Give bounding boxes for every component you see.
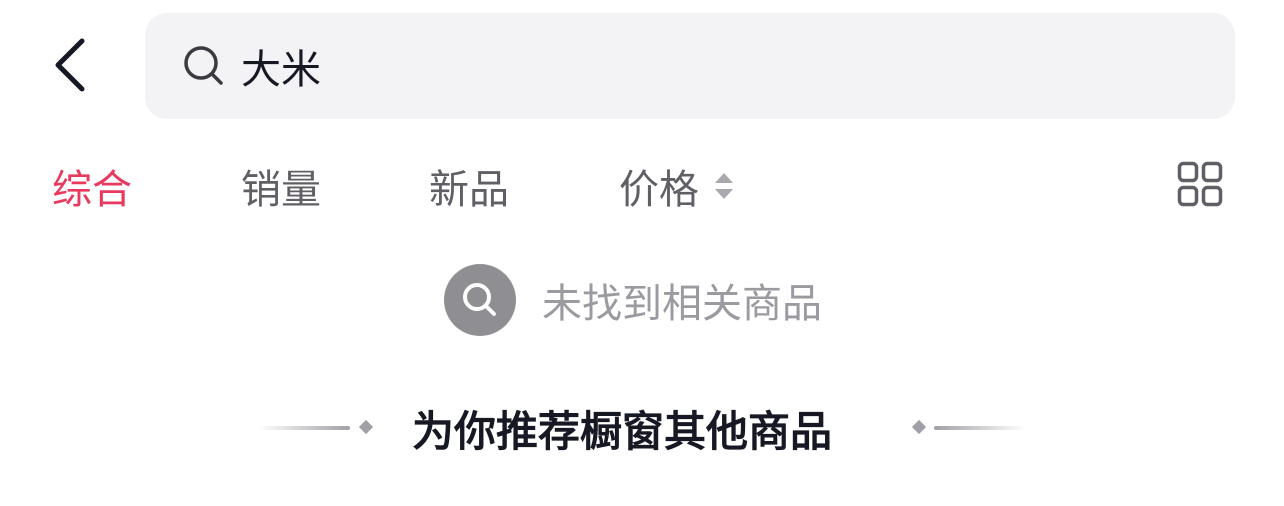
search-circle-icon bbox=[444, 264, 516, 336]
empty-state-text: 未找到相关商品 bbox=[542, 281, 822, 327]
search-icon bbox=[183, 45, 225, 87]
tab-label: 价格 bbox=[619, 167, 699, 213]
divider-line-right bbox=[934, 426, 1026, 430]
diamond-icon bbox=[358, 419, 374, 435]
grid-view-icon bbox=[1177, 161, 1223, 211]
tab-comprehensive[interactable]: 综合 bbox=[52, 150, 132, 222]
tab-label: 销量 bbox=[241, 167, 321, 213]
tab-price[interactable]: 价格 bbox=[619, 150, 735, 222]
search-input[interactable] bbox=[241, 43, 1141, 89]
divider-line-left bbox=[258, 426, 350, 430]
tab-new[interactable]: 新品 bbox=[429, 150, 509, 222]
search-bar[interactable] bbox=[145, 13, 1235, 119]
chevron-left-icon bbox=[53, 37, 87, 97]
tab-label: 综合 bbox=[52, 167, 132, 213]
diamond-icon bbox=[911, 419, 927, 435]
tab-label: 新品 bbox=[429, 167, 509, 213]
tab-sales[interactable]: 销量 bbox=[241, 150, 321, 222]
layout-toggle-button[interactable] bbox=[1174, 158, 1226, 214]
sort-up-down-icon bbox=[713, 168, 735, 204]
recommend-title: 为你推荐橱窗其他商品 bbox=[412, 406, 833, 456]
recommend-section-header: 为你推荐橱窗其他商品 bbox=[0, 396, 1284, 460]
filter-tabs: 综合 销量 新品 价格 bbox=[0, 150, 1284, 222]
back-button[interactable] bbox=[40, 32, 100, 102]
empty-state: 未找到相关商品 bbox=[444, 264, 822, 336]
